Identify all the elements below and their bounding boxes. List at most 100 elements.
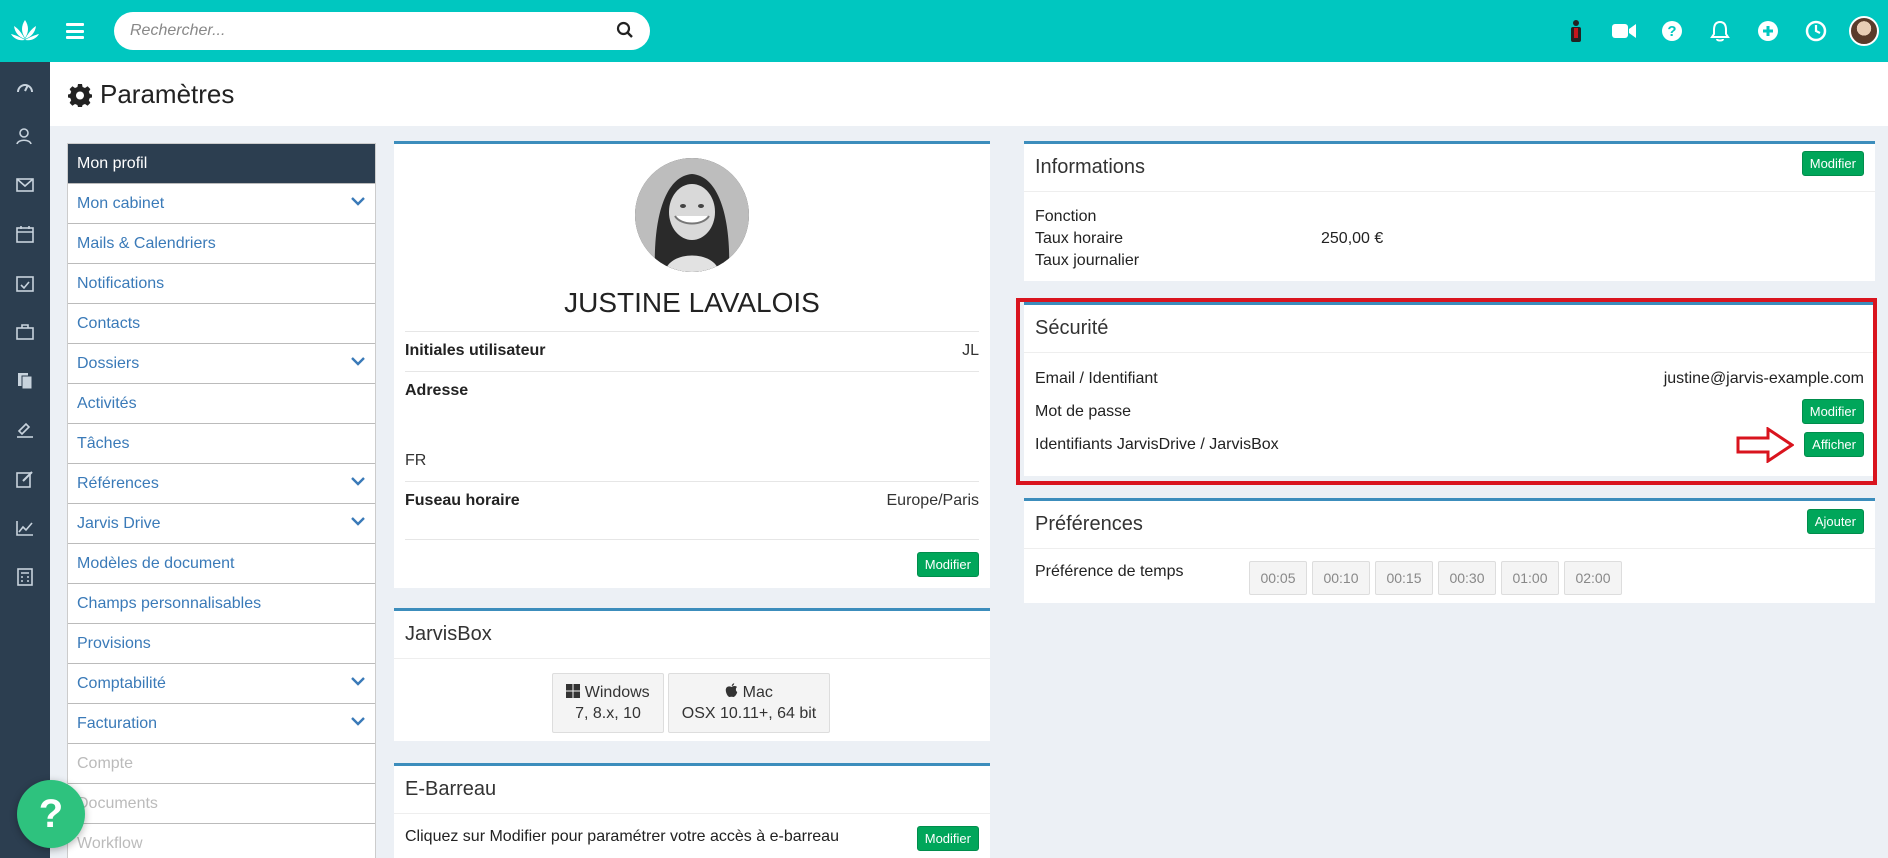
icon-rail (0, 0, 50, 858)
menu-item-label: Contacts (77, 315, 141, 332)
preferences-add-button[interactable]: Ajouter (1806, 509, 1864, 534)
rail-dashboard[interactable] (0, 62, 50, 111)
time-option-button[interactable]: 00:10 (1312, 561, 1370, 595)
menu-item-label: Comptabilité (77, 675, 166, 692)
add-button[interactable] (1744, 0, 1792, 62)
rail-court[interactable] (0, 405, 50, 454)
divider (405, 481, 979, 482)
time-option-button[interactable]: 00:15 (1375, 561, 1433, 595)
menu-item-modeles-document[interactable]: Modèles de document (68, 543, 375, 583)
highlight-box (1016, 298, 1877, 485)
menu-item-activites[interactable]: Activités (68, 383, 375, 423)
menu-item-label: Documents (77, 795, 158, 812)
menu-item-taches[interactable]: Tâches (68, 423, 375, 463)
menu-item-compte: Compte (68, 743, 375, 783)
divider (405, 331, 979, 332)
address-label: Adresse (405, 382, 469, 399)
lawyer-button[interactable] (1552, 0, 1600, 62)
initials-row: Initiales utilisateur JL (405, 342, 979, 360)
time-option-button[interactable]: 00:05 (1249, 561, 1307, 595)
menu-item-references[interactable]: Références (68, 463, 375, 503)
menu-item-label: Références (77, 475, 159, 492)
menu-item-facturation[interactable]: Facturation (68, 703, 375, 743)
menu-item-mon-profil[interactable]: Mon profil (68, 144, 375, 183)
menu-item-label: Activités (77, 395, 137, 412)
contacts-icon (16, 127, 32, 144)
chevron-down-icon (351, 357, 365, 366)
ebarreau-text: Cliquez sur Modifier pour paramétrer vot… (405, 828, 839, 845)
informations-edit-button[interactable]: Modifier (1801, 151, 1864, 176)
menu-item-notifications[interactable]: Notifications (68, 263, 375, 303)
profile-edit-button[interactable]: Modifier (916, 552, 979, 577)
rail-documents[interactable] (0, 356, 50, 405)
menu-item-label: Facturation (77, 715, 158, 732)
profile-name: JUSTINE LAVALOIS (564, 287, 820, 318)
menu-item-comptabilite[interactable]: Comptabilité (68, 663, 375, 703)
time-option-button[interactable]: 02:00 (1564, 561, 1622, 595)
menu-item-mon-cabinet[interactable]: Mon cabinet (68, 183, 375, 223)
menu-item-provisions[interactable]: Provisions (68, 623, 375, 663)
time-option-button[interactable]: 00:30 (1438, 561, 1496, 595)
menu-item-label: Compte (77, 755, 134, 772)
ebarreau-panel: E-Barreau Cliquez sur Modifier pour para… (394, 763, 990, 858)
rail-cases[interactable] (0, 307, 50, 356)
hourly-rate-label: Taux horaire (1035, 230, 1124, 247)
menu-item-dossiers[interactable]: Dossiers (68, 343, 375, 383)
menu-toggle-icon[interactable] (64, 20, 86, 42)
user-menu[interactable] (1840, 0, 1888, 62)
video-button[interactable] (1600, 0, 1648, 62)
gavel-icon (17, 422, 33, 438)
lotus-logo-icon (11, 20, 39, 41)
jarvisbox-panel: JarvisBox Windows 7, 8.x, 10 Mac OSX 10.… (394, 608, 990, 741)
timer-button[interactable] (1792, 0, 1840, 62)
rail-mail[interactable] (0, 160, 50, 209)
question-circle-icon: ? (1662, 21, 1682, 41)
panel-title: Préférences (1024, 501, 1875, 549)
briefcase-icon (16, 323, 34, 340)
calendar-icon (16, 225, 34, 243)
user-portrait-icon (635, 158, 749, 272)
rail-tasks[interactable] (0, 258, 50, 307)
menu-item-label: Workflow (77, 835, 143, 852)
mac-label: Mac (679, 682, 819, 703)
notifications-button[interactable] (1696, 0, 1744, 62)
search-icon[interactable] (616, 21, 634, 39)
rail-contacts[interactable] (0, 111, 50, 160)
windows-name: Windows (584, 684, 650, 701)
calendar-check-icon (16, 275, 34, 292)
edit-icon (16, 470, 33, 488)
profile-panel: JUSTINE LAVALOIS Initiales utilisateur J… (394, 141, 990, 588)
rail-calendar[interactable] (0, 209, 50, 258)
rail-stats[interactable] (0, 503, 50, 552)
page-title-wrap: Paramètres (68, 79, 234, 110)
dashboard-icon (17, 83, 33, 92)
lawyer-figure-icon (1571, 20, 1581, 42)
help-button[interactable]: ? (1648, 0, 1696, 62)
search-input[interactable] (114, 12, 650, 50)
menu-item-champs-personnalisables[interactable]: Champs personnalisables (68, 583, 375, 623)
windows-download-button[interactable]: Windows 7, 8.x, 10 (552, 673, 664, 733)
menu-item-label: Champs personnalisables (77, 595, 262, 612)
menu-item-label: Mails & Calendriers (77, 235, 216, 252)
menu-item-jarvis-drive[interactable]: Jarvis Drive (68, 503, 375, 543)
rail-edit[interactable] (0, 454, 50, 503)
address-country: FR (405, 452, 427, 469)
menu-item-workflow: Workflow (68, 823, 375, 858)
timezone-label: Fuseau horaire (405, 492, 520, 509)
divider (405, 371, 979, 372)
avatar (1849, 16, 1879, 46)
page-header: Paramètres (50, 62, 1888, 126)
settings-menu: Mon profil Mon cabinet Mails & Calendrie… (67, 143, 376, 858)
mac-download-button[interactable]: Mac OSX 10.11+, 64 bit (668, 673, 830, 733)
menu-item-contacts[interactable]: Contacts (68, 303, 375, 343)
app-logo[interactable] (0, 0, 50, 62)
help-chat-button[interactable]: ? (17, 780, 85, 848)
menu-item-documents: Documents (68, 783, 375, 823)
rail-billing[interactable] (0, 552, 50, 601)
hourly-rate-value: 250,00 € (1321, 230, 1384, 247)
time-option-button[interactable]: 01:00 (1501, 561, 1559, 595)
ebarreau-edit-button[interactable]: Modifier (916, 826, 979, 851)
menu-item-mails-calendriers[interactable]: Mails & Calendriers (68, 223, 375, 263)
function-label: Fonction (1035, 208, 1097, 225)
menu-item-label: Tâches (77, 435, 130, 452)
